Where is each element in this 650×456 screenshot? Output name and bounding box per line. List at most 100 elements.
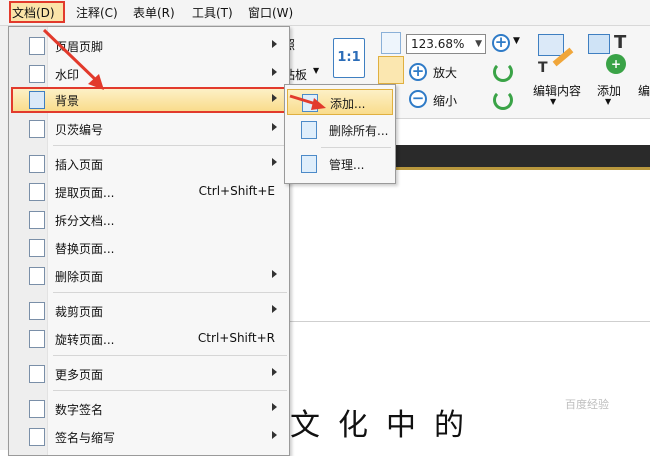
menu-item-bates-numbering[interactable]: 贝茨编号 — [11, 116, 287, 142]
menu-separator — [53, 292, 287, 293]
zoom-out-icon[interactable]: − — [409, 90, 427, 108]
zoom-out-label[interactable]: 缩小 — [433, 92, 457, 109]
menu-window[interactable]: 窗口(W) — [248, 4, 293, 22]
menu-item-more-pages[interactable]: 更多页面 — [11, 361, 287, 387]
more-pages-icon — [29, 365, 45, 383]
submenu-arrow-icon — [272, 40, 277, 48]
zoom-search-icon[interactable]: + — [492, 34, 510, 52]
zoom-in-label[interactable]: 放大 — [433, 64, 457, 81]
zoom-select[interactable]: 123.68% ▼ — [406, 34, 486, 54]
submenu-arrow-icon — [272, 403, 277, 411]
page-divider — [290, 321, 650, 322]
submenu-separator — [321, 147, 391, 148]
add-content-icon[interactable]: T + — [588, 32, 632, 78]
edit-partial-label[interactable]: 编 — [638, 82, 650, 99]
menu-item-label: 删除页面 — [55, 270, 104, 284]
menu-comment[interactable]: 注释(C) — [76, 4, 118, 22]
chevron-down-icon: ▼ — [475, 39, 482, 49]
menu-item-label: 页眉页脚 — [55, 40, 104, 54]
submenu-arrow-icon — [272, 94, 277, 102]
submenu-arrow-icon — [272, 68, 277, 76]
submenu-item-add[interactable]: 添加... — [287, 89, 393, 115]
menu-item-label: 签名与缩写 — [55, 431, 116, 445]
menu-item-label: 更多页面 — [55, 368, 104, 382]
menu-bar: 文档(D) 注释(C) 表单(R) 工具(T) 窗口(W) — [0, 0, 650, 26]
menu-item-watermark[interactable]: 水印 — [11, 61, 287, 87]
menu-item-label: 提取页面... — [55, 186, 115, 200]
split-document-icon — [29, 211, 45, 229]
sign-initials-icon — [29, 428, 45, 446]
manage-background-icon — [301, 155, 317, 173]
menu-item-insert-page[interactable]: 插入页面 — [11, 151, 287, 177]
fit-page-icon[interactable] — [381, 32, 401, 54]
watermark-text: 百度经验 — [565, 398, 609, 411]
crop-page-icon — [29, 302, 45, 320]
menu-item-extract-page[interactable]: 提取页面... Ctrl+Shift+E — [11, 179, 287, 205]
zoom-value: 123.68% — [411, 37, 465, 51]
menu-document[interactable]: 文档(D) — [12, 4, 55, 22]
submenu-item-manage[interactable]: 管理... — [287, 151, 393, 177]
menu-item-background[interactable]: 背景 — [11, 87, 287, 113]
submenu-arrow-icon — [272, 305, 277, 313]
background-submenu: 添加... 删除所有... 管理... — [284, 84, 396, 184]
submenu-arrow-icon — [272, 368, 277, 376]
menu-item-header-footer[interactable]: 页眉页脚 — [11, 33, 287, 59]
menu-item-label: 数字签名 — [55, 403, 104, 417]
submenu-item-delete-all[interactable]: 删除所有... — [287, 117, 393, 143]
menu-shortcut: Ctrl+Shift+E — [198, 184, 275, 198]
submenu-item-label: 管理... — [329, 158, 365, 172]
replace-page-icon — [29, 239, 45, 257]
menu-item-label: 旋转页面... — [55, 333, 115, 347]
menu-item-digital-signature[interactable]: 数字签名 — [11, 396, 287, 422]
chevron-down-icon: ▼ — [513, 36, 520, 46]
menu-item-replace-page[interactable]: 替换页面... — [11, 235, 287, 261]
submenu-item-label: 删除所有... — [329, 124, 389, 138]
edit-content-label[interactable]: 编辑内容 — [533, 82, 581, 99]
menu-tools[interactable]: 工具(T) — [192, 4, 233, 22]
menu-item-label: 插入页面 — [55, 158, 104, 172]
submenu-arrow-icon — [272, 123, 277, 131]
edit-content-icon[interactable]: T — [538, 34, 574, 76]
menu-item-label: 裁剪页面 — [55, 305, 104, 319]
chevron-down-icon: ▼ — [313, 66, 320, 75]
zoom-in-icon[interactable]: + — [409, 63, 427, 81]
bates-numbering-icon — [29, 120, 45, 138]
menu-separator — [53, 145, 287, 146]
submenu-arrow-icon — [272, 158, 277, 166]
menu-item-label: 拆分文档... — [55, 214, 115, 228]
submenu-arrow-icon — [272, 270, 277, 278]
menu-item-label: 贝茨编号 — [55, 123, 104, 137]
menu-item-label: 替换页面... — [55, 242, 115, 256]
background-icon — [29, 91, 45, 109]
watermark-icon — [29, 65, 45, 83]
digital-signature-icon — [29, 400, 45, 418]
insert-page-icon — [29, 155, 45, 173]
menu-item-label: 背景 — [55, 94, 80, 108]
chevron-down-icon: ▼ — [550, 97, 557, 106]
menu-form[interactable]: 表单(R) — [133, 4, 175, 22]
delete-background-icon — [301, 121, 317, 139]
submenu-item-label: 添加... — [330, 97, 366, 111]
rotate-page-icon — [29, 330, 45, 348]
menu-item-sign-initials[interactable]: 签名与缩写 — [11, 424, 287, 450]
rotate-right-icon[interactable] — [493, 90, 513, 110]
menu-separator — [53, 390, 287, 391]
menu-item-split-document[interactable]: 拆分文档... — [11, 207, 287, 233]
calligraphy-text: 文化中的 — [290, 408, 482, 443]
menu-item-rotate-page[interactable]: 旋转页面... Ctrl+Shift+R — [11, 326, 287, 352]
chevron-down-icon: ▼ — [605, 97, 612, 106]
submenu-arrow-icon — [272, 431, 277, 439]
menu-item-delete-page[interactable]: 删除页面 — [11, 263, 287, 289]
delete-page-icon — [29, 267, 45, 285]
actual-size-button[interactable]: 1:1 — [333, 38, 365, 78]
rotate-left-icon[interactable] — [493, 62, 513, 82]
menu-item-crop-page[interactable]: 裁剪页面 — [11, 298, 287, 324]
menu-separator — [53, 355, 287, 356]
extract-page-icon — [29, 183, 45, 201]
menu-item-label: 水印 — [55, 68, 80, 82]
fit-width-button[interactable] — [378, 56, 404, 84]
add-background-icon — [302, 94, 318, 112]
header-footer-icon — [29, 37, 45, 55]
document-menu: 页眉页脚 水印 背景 贝茨编号 插入页面 提取页面... Ctrl+Shift+… — [8, 26, 290, 456]
menu-shortcut: Ctrl+Shift+R — [197, 331, 275, 345]
